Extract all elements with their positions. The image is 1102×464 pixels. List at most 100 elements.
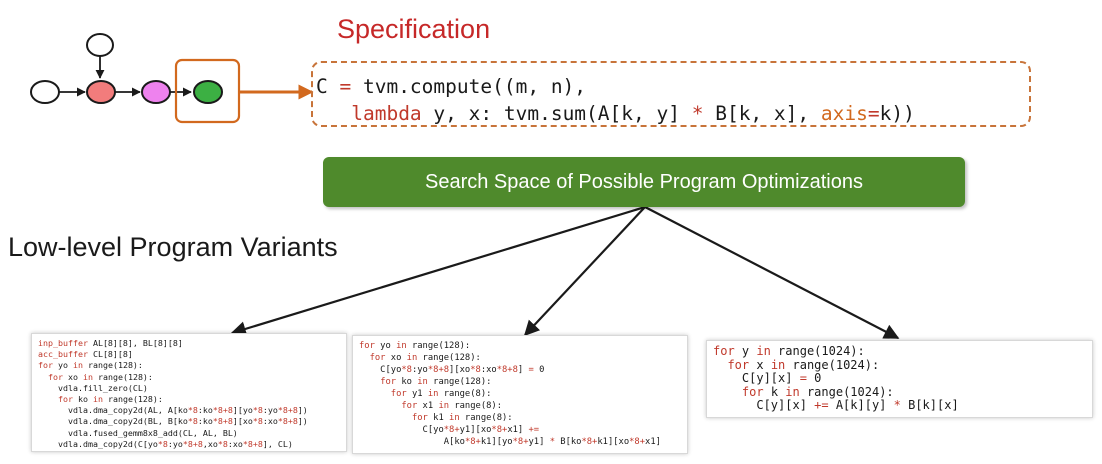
code-token: for — [401, 401, 418, 411]
code-token: ] — [517, 365, 529, 375]
code-token: :xo — [227, 438, 243, 449]
code-token: for — [369, 353, 386, 363]
code-token: = — [799, 371, 807, 386]
code-token: for — [390, 389, 407, 399]
code-token: :yo — [167, 438, 183, 449]
code-line: for y in range(1024): — [713, 344, 1086, 359]
variant-panel-naive: for y in range(1024): for x in range(102… — [706, 340, 1093, 418]
computation-graph — [30, 33, 314, 124]
code-token: in — [427, 389, 439, 399]
code-line: vdla.dma_copy2d(BL, B[ko*8:ko*8+8][xo*8:… — [38, 416, 340, 427]
code-token: C[yo — [359, 425, 444, 435]
code-token: C — [316, 75, 340, 98]
code-token: y1] — [528, 437, 550, 447]
search-space-box: Search Space of Possible Program Optimiz… — [323, 157, 965, 207]
code-token: *8 — [157, 438, 168, 449]
code-token: range(1024): — [799, 384, 894, 399]
code-token: in — [785, 384, 800, 399]
code-token: :xo — [262, 416, 278, 427]
code-token: lambda — [351, 102, 422, 125]
code-token: ,xo — [202, 438, 218, 449]
code-token: y — [734, 344, 757, 358]
arrow-to-variant-3 — [644, 206, 900, 339]
code-line: inp_buffer AL[8][8], BL[8][8] — [38, 338, 340, 349]
code-token: in — [417, 377, 428, 387]
code-token: :ko — [197, 405, 213, 416]
code-token: *8 — [252, 416, 263, 427]
code-token: *8 — [187, 416, 198, 427]
code-token: for — [741, 384, 764, 399]
code-token: *8+8 — [277, 405, 298, 416]
fanout-arrows — [230, 205, 900, 339]
code-token: :ko — [197, 416, 213, 427]
code-token: ], CL) — [262, 438, 293, 449]
code-token: for — [57, 394, 73, 405]
code-token: = — [339, 75, 352, 98]
code-line: C[yo*8:yo*8+8][xo*8:xo*8+8] = 0 — [359, 364, 681, 376]
code-token: in — [82, 371, 93, 382]
code-token: range(8): — [459, 413, 513, 423]
code-token: axis — [820, 102, 868, 125]
code-token: vdla.dma_copy2d(BL, B[ko — [38, 416, 188, 427]
code-token: k1][yo — [480, 437, 513, 447]
code-token: for — [359, 341, 375, 351]
code-token: in — [756, 344, 771, 358]
code-token: *8 — [470, 365, 481, 375]
code-token: inp_buffer — [38, 338, 88, 348]
code-token: k1 — [427, 413, 450, 423]
code-token: vdla.dma_copy2d(AL, A[ko — [38, 405, 188, 416]
code-token: acc_buffer — [38, 349, 88, 360]
code-token: in — [406, 353, 418, 363]
code-token: *8 — [187, 405, 198, 416]
code-token: vdla.dma_copy2d(C[yo — [38, 438, 158, 449]
code-token: * — [893, 398, 901, 413]
code-line: vdla.dma_copy2d(C[yo*8:yo*8+8,xo*8:xo*8+… — [38, 439, 340, 450]
graph-node-green — [193, 80, 223, 104]
code-token: *8+8 — [212, 416, 233, 427]
code-token: x1 — [417, 401, 439, 411]
code-token: in — [92, 394, 103, 405]
code-token: xo — [63, 371, 83, 382]
code-token: A[k][y] — [828, 398, 894, 413]
code-token: 0 — [806, 371, 822, 386]
specification-code: C = tvm.compute((m, n), lambda y, x: tvm… — [316, 73, 915, 127]
code-token: *8+ — [581, 437, 598, 447]
code-token: yo — [374, 341, 397, 351]
code-line: for yo in range(128): — [38, 360, 340, 371]
code-token: A[ko — [359, 437, 465, 447]
code-token: :xo — [480, 365, 497, 375]
code-token: vdla.fused_gemm8x8_add(CL, AL, BL) — [38, 427, 238, 438]
code-line: C[y][x] += A[k][y] * B[k][x] — [713, 399, 1086, 413]
code-line: C[yo*8+y1][xo*8+x1] += — [359, 424, 681, 436]
code-token: k1][xo — [597, 437, 630, 447]
graph-node-magenta — [141, 80, 171, 104]
code-line: A[ko*8+k1][yo*8+y1] * B[ko*8+k1][xo*8+x1… — [359, 436, 681, 448]
code-token: B[k, x], — [703, 102, 821, 125]
code-token: *8+ — [464, 437, 481, 447]
code-token: y1 — [406, 389, 428, 399]
code-token: range(1024): — [785, 357, 880, 372]
variants-title: Low-level Program Variants — [8, 232, 338, 262]
code-token: *8+8 — [427, 365, 450, 375]
code-token: B[k][x] — [900, 398, 959, 413]
graph-node-top — [86, 33, 114, 57]
code-token: ][xo — [449, 365, 471, 375]
code-token: for — [411, 413, 428, 423]
code-token: y1][xo — [459, 425, 492, 435]
code-token: C[yo — [359, 365, 402, 375]
code-token: in — [396, 341, 407, 351]
code-token: ko — [396, 377, 418, 387]
code-token: :yo — [411, 365, 428, 375]
code-token: range(128): — [82, 360, 143, 371]
code-token: * — [691, 102, 704, 125]
code-token: for — [727, 357, 750, 372]
code-token: k)) — [879, 102, 915, 125]
code-token: *8+8 — [182, 438, 203, 449]
